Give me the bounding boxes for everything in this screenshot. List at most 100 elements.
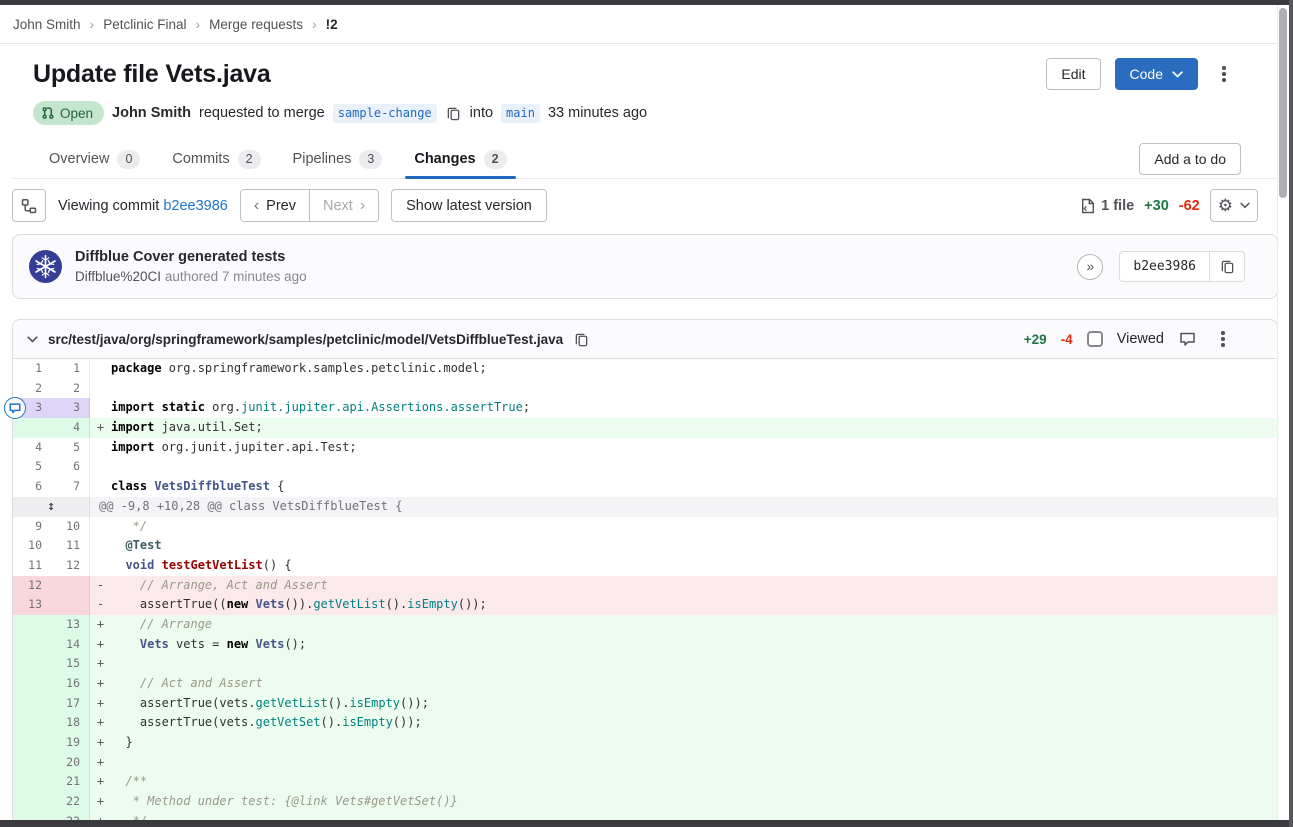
copy-sha-button[interactable] <box>1210 252 1244 281</box>
copy-file-path-button[interactable] <box>573 332 590 347</box>
code-token: new <box>227 635 249 655</box>
line-number-new[interactable]: 16 <box>51 674 89 694</box>
line-number-old[interactable] <box>13 654 51 674</box>
line-number-old[interactable] <box>13 753 51 773</box>
line-number-new[interactable]: 18 <box>51 713 89 733</box>
line-number-new[interactable]: 3 <box>51 398 89 418</box>
code-token: import <box>111 418 154 438</box>
expand-lines-button[interactable]: ↕ <box>13 497 89 517</box>
file-path[interactable]: src/test/java/org/springframework/sample… <box>48 332 563 347</box>
mr-more-actions-button[interactable] <box>1212 58 1236 90</box>
line-number-old[interactable] <box>13 792 51 812</box>
code-line <box>89 457 1277 477</box>
expand-commit-button[interactable]: » <box>1077 254 1103 280</box>
code-token: isEmpty <box>342 713 393 733</box>
line-number-new[interactable]: 1 <box>51 359 89 379</box>
line-number-old[interactable] <box>13 733 51 753</box>
line-number-new[interactable]: 14 <box>51 635 89 655</box>
line-number-old[interactable]: 9 <box>13 517 51 537</box>
line-number-new[interactable]: 10 <box>51 517 89 537</box>
line-number-new[interactable]: 17 <box>51 694 89 714</box>
mr-author[interactable]: John Smith <box>112 105 191 121</box>
mr-meta: Open John Smith requested to merge sampl… <box>33 101 1278 125</box>
file-options-button[interactable] <box>1211 323 1235 355</box>
line-number-old[interactable]: 5 <box>13 457 51 477</box>
line-number-new[interactable]: 12 <box>51 556 89 576</box>
code-token: () { <box>263 556 292 576</box>
commit-author[interactable]: Diffblue%20CI <box>75 269 161 284</box>
diff-settings-dropdown[interactable]: ⚙ <box>1210 189 1258 222</box>
code-token <box>154 398 161 418</box>
line-number-new[interactable] <box>51 576 89 596</box>
line-number-old[interactable]: 12 <box>13 576 51 596</box>
tab-changes[interactable]: Changes 2 <box>398 140 522 178</box>
line-number-new[interactable]: 5 <box>51 438 89 458</box>
line-number-new[interactable]: 21 <box>51 772 89 792</box>
breadcrumb-project[interactable]: Petclinic Final <box>103 17 186 32</box>
line-number-old[interactable]: 2 <box>13 379 51 399</box>
line-number-new[interactable] <box>51 595 89 615</box>
diff-row-context: 1112 void testGetVetList() { <box>13 556 1277 576</box>
target-branch-label[interactable]: main <box>501 104 540 123</box>
tab-commits[interactable]: Commits 2 <box>156 140 276 178</box>
tab-overview[interactable]: Overview 0 <box>33 140 156 178</box>
line-number-new[interactable]: 11 <box>51 536 89 556</box>
line-number-old[interactable] <box>13 694 51 714</box>
scrollbar-thumb[interactable] <box>1279 8 1287 198</box>
copy-branch-button[interactable] <box>445 106 462 121</box>
code-token: static <box>162 398 205 418</box>
commit-title[interactable]: Diffblue Cover generated tests <box>75 249 307 265</box>
line-number-old[interactable]: 11 <box>13 556 51 576</box>
main-content: Update file Vets.java Edit Code Open <box>12 57 1278 827</box>
add-todo-button[interactable]: Add a to do <box>1139 143 1241 175</box>
line-number-new[interactable]: 4 <box>51 418 89 438</box>
line-number-new[interactable]: 20 <box>51 753 89 773</box>
line-number-old[interactable]: 10 <box>13 536 51 556</box>
breadcrumb-project-owner[interactable]: John Smith <box>13 17 81 32</box>
code-dropdown-button[interactable]: Code <box>1115 58 1198 90</box>
line-number-new[interactable]: 15 <box>51 654 89 674</box>
line-number-old[interactable] <box>13 418 51 438</box>
edit-button[interactable]: Edit <box>1046 58 1100 90</box>
line-number-old[interactable] <box>13 635 51 655</box>
diff-row-added: 18+ assertTrue(vets.getVetSet().isEmpty(… <box>13 713 1277 733</box>
file-browser-toggle-button[interactable] <box>12 189 46 222</box>
prev-commit-button[interactable]: ‹ Prev <box>241 190 310 221</box>
line-number-old[interactable]: 1 <box>13 359 51 379</box>
code-token: import <box>111 438 154 458</box>
line-number-old[interactable]: 3 <box>13 398 51 418</box>
line-number-new[interactable]: 19 <box>51 733 89 753</box>
line-number-old[interactable]: 6 <box>13 477 51 497</box>
line-number-new[interactable]: 6 <box>51 457 89 477</box>
line-number-old[interactable] <box>13 674 51 694</box>
commit-sha-link[interactable]: b2ee3986 <box>163 198 228 214</box>
source-branch-label[interactable]: sample-change <box>333 104 437 123</box>
comment-indicator-icon[interactable] <box>4 397 26 419</box>
show-latest-version-button[interactable]: Show latest version <box>391 189 547 222</box>
viewed-checkbox[interactable] <box>1087 331 1103 347</box>
breadcrumb-merge-requests[interactable]: Merge requests <box>209 17 303 32</box>
code-token: vets = <box>169 635 227 655</box>
comment-icon <box>1179 331 1196 347</box>
line-number-new[interactable]: 22 <box>51 792 89 812</box>
collapse-file-chevron-icon[interactable] <box>27 336 38 343</box>
code-line: + assertTrue(vets.getVetList().isEmpty()… <box>89 694 1277 714</box>
diff-marker: + <box>90 694 111 714</box>
diff-marker: + <box>90 615 111 635</box>
line-number-new[interactable]: 2 <box>51 379 89 399</box>
next-commit-button[interactable]: Next › <box>310 190 378 221</box>
line-number-old[interactable] <box>13 772 51 792</box>
diff-toolbar: Viewing commit b2ee3986 ‹ Prev Next › Sh… <box>12 189 1278 222</box>
line-number-old[interactable]: 13 <box>13 595 51 615</box>
avatar <box>29 250 62 283</box>
file-comment-button[interactable] <box>1178 331 1197 347</box>
line-number-new[interactable]: 13 <box>51 615 89 635</box>
line-number-old[interactable] <box>13 713 51 733</box>
line-number-new[interactable]: 7 <box>51 477 89 497</box>
line-number-old[interactable]: 4 <box>13 438 51 458</box>
window-edge-right <box>1289 0 1293 827</box>
tab-pipelines[interactable]: Pipelines 3 <box>277 140 399 178</box>
mr-header: Update file Vets.java Edit Code <box>12 57 1278 91</box>
double-chevron-right-icon: » <box>1086 258 1094 274</box>
line-number-old[interactable] <box>13 615 51 635</box>
